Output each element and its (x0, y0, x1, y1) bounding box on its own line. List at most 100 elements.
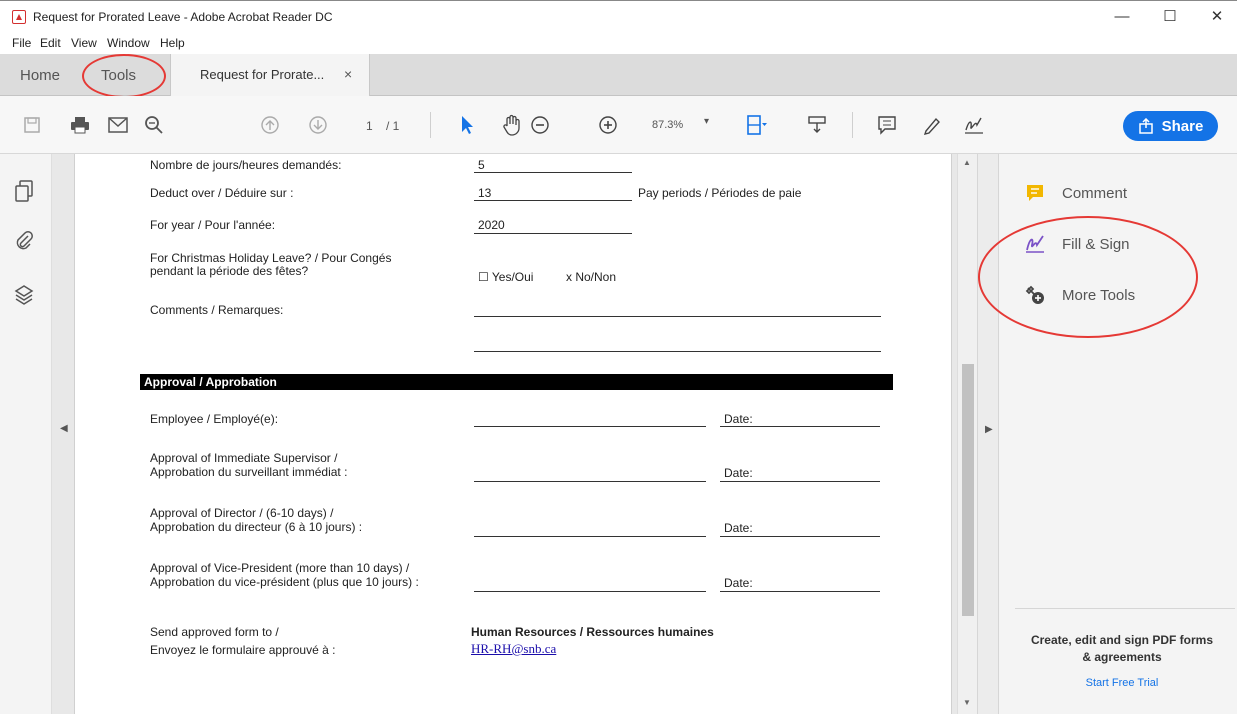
year-label: For year / Pour l'année: (150, 218, 276, 232)
vp-date-line[interactable] (720, 591, 880, 592)
employee-date-label: Date: (724, 412, 753, 426)
director-label-line2: Approbation du directeur (6 à 10 jours) … (150, 520, 363, 534)
employee-date-line[interactable] (720, 426, 880, 427)
layers-icon[interactable] (14, 284, 36, 306)
print-icon[interactable] (68, 113, 92, 137)
toolbar-separator (430, 112, 431, 138)
page-thumbnails-icon[interactable] (14, 180, 36, 202)
menu-view[interactable]: View (71, 36, 97, 50)
email-icon[interactable] (106, 113, 130, 137)
days-hours-label: Nombre de jours/heures demandés: (150, 158, 342, 172)
comments-label: Comments / Remarques: (150, 303, 284, 317)
send-to-label-line1: Send approved form to / (150, 625, 279, 639)
tool-comment[interactable]: Comment (1024, 179, 1127, 207)
scroll-mode-icon[interactable] (805, 113, 829, 137)
promo-divider (1015, 608, 1235, 609)
tab-home[interactable]: Home (20, 67, 60, 84)
menu-edit[interactable]: Edit (40, 36, 61, 50)
fit-page-icon[interactable] (745, 113, 769, 137)
vp-date-label: Date: (724, 576, 753, 590)
employee-label: Employee / Employé(e): (150, 412, 279, 426)
left-navigation-rail (0, 154, 52, 714)
deduct-unit: Pay periods / Périodes de paie (638, 186, 802, 200)
approval-section-header: Approval / Approbation (140, 374, 893, 390)
no-checkbox[interactable]: x No/Non (566, 270, 616, 284)
minimize-button[interactable]: — (1107, 7, 1137, 27)
year-value[interactable]: 2020 (478, 218, 505, 232)
vp-label-line2: Approbation du vice-président (plus que … (150, 575, 419, 589)
director-signature-line[interactable] (474, 536, 706, 537)
maximize-button[interactable]: ☐ (1155, 7, 1185, 27)
toolbar: 1 / 1 87.3% ▾ Share (0, 96, 1237, 154)
page-number-input[interactable]: 1 (366, 119, 373, 133)
deduct-label: Deduct over / Déduire sur : (150, 186, 294, 200)
highlight-pen-icon[interactable] (920, 113, 944, 137)
hand-tool-icon[interactable] (500, 113, 524, 137)
next-page-icon[interactable] (306, 113, 330, 137)
hr-email-link[interactable]: HR-RH@snb.ca (471, 642, 556, 656)
zoom-in-icon[interactable] (596, 113, 620, 137)
attachments-paperclip-icon[interactable] (14, 230, 36, 252)
tool-comment-label: Comment (1062, 184, 1128, 202)
vp-signature-line[interactable] (474, 591, 706, 592)
director-date-line[interactable] (720, 536, 880, 537)
tab-close-icon[interactable]: × (344, 66, 352, 82)
employee-signature-line[interactable] (474, 426, 706, 427)
supervisor-label-line1: Approval of Immediate Supervisor / (150, 451, 338, 465)
window-title: Request for Prorated Leave - Adobe Acrob… (33, 10, 333, 24)
director-label-line1: Approval of Director / (6-10 days) / (150, 506, 334, 520)
vp-label-line1: Approval of Vice-President (more than 10… (150, 561, 410, 575)
comments-field-line-1[interactable] (474, 316, 881, 317)
share-label: Share (1161, 117, 1204, 135)
scrollbar-thumb[interactable] (962, 364, 974, 616)
acrobat-app-icon (12, 10, 26, 24)
days-hours-field-line (474, 172, 632, 173)
left-panel-expand-icon[interactable]: ◀ (60, 423, 68, 434)
share-button[interactable]: Share (1123, 111, 1218, 141)
comment-icon[interactable] (875, 113, 899, 137)
menu-help[interactable]: Help (160, 36, 185, 50)
page-total: / 1 (386, 119, 400, 133)
tab-document-label: Request for Prorate... (200, 67, 325, 82)
sign-icon[interactable] (962, 113, 986, 137)
christmas-question-line1: For Christmas Holiday Leave? / Pour Cong… (150, 251, 392, 265)
deduct-value[interactable]: 13 (478, 186, 491, 200)
scroll-down-icon[interactable]: ▼ (963, 698, 971, 707)
zoom-dropdown-chevron-icon[interactable]: ▾ (704, 116, 709, 127)
zoom-out-icon[interactable] (528, 113, 552, 137)
save-icon[interactable] (20, 113, 44, 137)
title-bar: Request for Prorated Leave - Adobe Acrob… (0, 0, 1237, 32)
menu-window[interactable]: Window (107, 36, 150, 50)
yes-checkbox[interactable]: ☐ Yes/Oui (478, 270, 533, 284)
hr-department: Human Resources / Ressources humaines (471, 625, 714, 639)
menu-file[interactable]: File (12, 36, 31, 50)
supervisor-date-label: Date: (724, 466, 753, 480)
search-icon[interactable] (142, 113, 166, 137)
send-to-label-line2: Envoyez le formulaire approuvé à : (150, 643, 336, 657)
promo-text: Create, edit and sign PDF forms & agreem… (1030, 633, 1214, 664)
vertical-scrollbar[interactable]: ▲ ▼ (957, 154, 977, 714)
tab-bar: Home Tools Request for Prorate... × (0, 54, 1237, 98)
close-window-button[interactable]: ✕ (1202, 7, 1232, 27)
menu-bar: File Edit View Window Help (0, 32, 1237, 54)
share-icon (1138, 118, 1153, 134)
christmas-question-line2: pendant la période des fêtes? (150, 264, 309, 278)
supervisor-signature-line[interactable] (474, 481, 706, 482)
toolbar-separator (852, 112, 853, 138)
comment-tool-icon (1024, 182, 1046, 204)
comments-field-line-2[interactable] (474, 351, 881, 352)
tab-document[interactable]: Request for Prorate... × (170, 54, 370, 96)
previous-page-icon[interactable] (258, 113, 282, 137)
year-field-line (474, 233, 632, 234)
supervisor-date-line[interactable] (720, 481, 880, 482)
right-panel-collapse-icon[interactable]: ▶ (985, 424, 993, 435)
zoom-level-dropdown[interactable]: 87.3% (652, 119, 683, 131)
start-free-trial-link[interactable]: Start Free Trial (1027, 677, 1217, 689)
red-annotation-circle (978, 216, 1198, 338)
days-hours-value[interactable]: 5 (478, 158, 485, 172)
red-annotation-circle (82, 54, 166, 98)
select-arrow-icon[interactable] (455, 113, 479, 137)
right-panel-divider: ▶ (977, 154, 999, 714)
scroll-up-icon[interactable]: ▲ (963, 158, 971, 167)
deduct-field-line (474, 200, 632, 201)
